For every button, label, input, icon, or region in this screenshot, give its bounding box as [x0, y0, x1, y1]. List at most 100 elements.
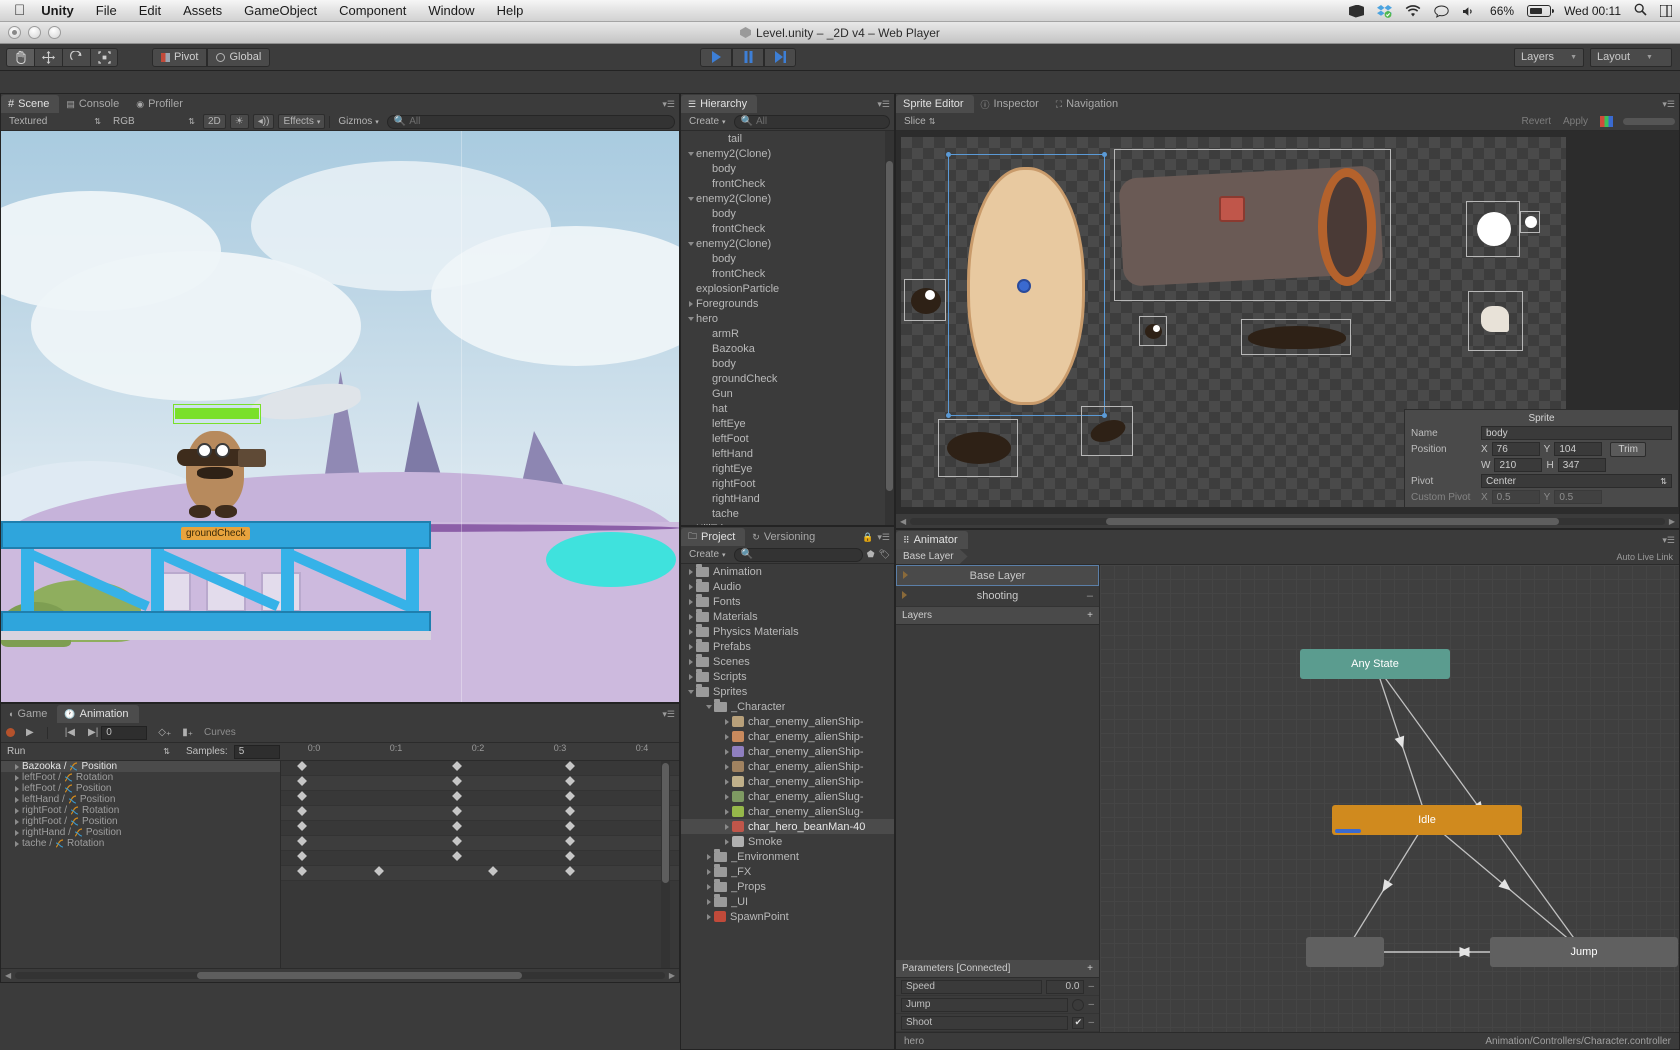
animator-parameter-row[interactable]: Speed0.0–	[896, 978, 1099, 996]
project-panel-menu[interactable]: 🔒▾☰	[862, 532, 890, 543]
close-button[interactable]	[8, 26, 21, 39]
animation-curve-row[interactable]: Bazooka /Position	[1, 761, 280, 772]
project-item[interactable]: char_hero_beanMan-40	[681, 819, 894, 834]
auto-live-link-toggle[interactable]: Auto Live Link	[1616, 552, 1673, 562]
scene-search-input[interactable]: 🔍 All	[387, 115, 675, 129]
chevron-right-icon[interactable]	[685, 569, 696, 575]
dopesheet[interactable]	[281, 761, 679, 968]
keyframe[interactable]	[297, 851, 307, 861]
keyframe[interactable]	[297, 806, 307, 816]
dopesheet-row[interactable]	[281, 851, 679, 866]
layout-dropdown[interactable]: Layout ▼	[1590, 48, 1672, 67]
project-item[interactable]: _UI	[681, 894, 894, 909]
keyframe[interactable]	[297, 836, 307, 846]
chevron-right-icon[interactable]	[721, 764, 732, 770]
hierarchy-item[interactable]: body	[681, 356, 894, 371]
hierarchy-item[interactable]: body	[681, 251, 894, 266]
sprite-slice-eye[interactable]	[1466, 201, 1520, 257]
dopesheet-row[interactable]	[281, 776, 679, 791]
chevron-right-icon[interactable]	[721, 824, 732, 830]
animation-curve-row[interactable]: rightHand /Position	[1, 827, 280, 838]
animation-curve-row[interactable]: leftHand /Position	[1, 794, 280, 805]
notification-center-icon[interactable]	[1660, 5, 1672, 17]
prev-keyframe-button[interactable]: |◀	[65, 727, 75, 738]
tab-game[interactable]: ◖ Game	[1, 705, 57, 723]
hierarchy-item[interactable]: Bazooka	[681, 341, 894, 356]
play-button[interactable]	[700, 48, 732, 67]
hierarchy-item[interactable]: Gun	[681, 386, 894, 401]
pivot-dropdown[interactable]: Center⇅	[1481, 474, 1672, 488]
parameter-name-field[interactable]: Speed	[901, 980, 1042, 994]
project-item[interactable]: Sprites	[681, 684, 894, 699]
draw-mode-dropdown[interactable]: Textured⇅	[5, 114, 105, 129]
hierarchy-tree[interactable]: tailenemy2(Clone)bodyfrontCheckenemy2(Cl…	[681, 131, 894, 525]
parameter-trigger-toggle[interactable]	[1072, 999, 1084, 1011]
chevron-right-icon[interactable]	[15, 819, 19, 825]
chevron-down-icon[interactable]	[685, 242, 696, 246]
chevron-right-icon[interactable]	[15, 808, 19, 814]
hierarchy-item[interactable]: enemy2(Clone)	[681, 146, 894, 161]
move-tool-icon[interactable]	[34, 48, 62, 67]
keyframe[interactable]	[452, 821, 462, 831]
chevron-right-icon[interactable]	[721, 779, 732, 785]
sprite-slice-foot-2[interactable]	[1081, 406, 1133, 456]
animation-curve-row[interactable]: leftFoot /Rotation	[1, 772, 280, 783]
animator-layer-row[interactable]: Base Layer	[896, 565, 1099, 586]
zoom-slider[interactable]	[1623, 118, 1675, 125]
chevron-right-icon[interactable]	[685, 629, 696, 635]
spotlight-icon[interactable]	[1634, 3, 1647, 19]
sprite-slice-cannon[interactable]	[1114, 149, 1391, 301]
keyframe[interactable]	[565, 821, 575, 831]
chevron-right-icon[interactable]	[15, 797, 19, 803]
chevron-right-icon[interactable]	[15, 841, 19, 847]
menu-help[interactable]: Help	[497, 3, 524, 18]
chevron-right-icon[interactable]	[685, 644, 696, 650]
menu-window[interactable]: Window	[428, 3, 474, 18]
layers-dropdown[interactable]: Layers ▼	[1514, 48, 1584, 67]
hierarchy-item[interactable]: rightEye	[681, 461, 894, 476]
project-item[interactable]: Prefabs	[681, 639, 894, 654]
project-item[interactable]: _Props	[681, 879, 894, 894]
hierarchy-item[interactable]: frontCheck	[681, 266, 894, 281]
tab-console[interactable]: ▤ Console	[59, 95, 129, 113]
hierarchy-item[interactable]: Foregrounds	[681, 296, 894, 311]
play-animation-button[interactable]: ▶	[26, 727, 34, 738]
trim-button[interactable]: Trim	[1610, 442, 1646, 457]
hierarchy-item[interactable]: tail	[681, 131, 894, 146]
hierarchy-search-input[interactable]: 🔍 All	[734, 115, 890, 129]
menu-edit[interactable]: Edit	[139, 3, 161, 18]
hierarchy-item[interactable]: hero	[681, 311, 894, 326]
remove-parameter-button[interactable]: –	[1088, 981, 1094, 992]
sprite-name-field[interactable]: body	[1481, 426, 1672, 440]
hierarchy-item[interactable]: enemy2(Clone)	[681, 236, 894, 251]
menu-assets[interactable]: Assets	[183, 3, 222, 18]
chevron-right-icon[interactable]	[703, 914, 714, 920]
menu-gameobject[interactable]: GameObject	[244, 3, 317, 18]
tab-inspector[interactable]: ⓘ Inspector	[974, 95, 1049, 113]
keyframe[interactable]	[374, 866, 384, 876]
animation-hscroll[interactable]: ◀ ▶	[1, 968, 679, 982]
hierarchy-item[interactable]: frontCheck	[681, 221, 894, 236]
hierarchy-panel-menu[interactable]: ▾☰	[877, 99, 890, 110]
chevron-right-icon[interactable]	[15, 775, 19, 781]
keyframe[interactable]	[297, 761, 307, 771]
hierarchy-item[interactable]: body	[681, 206, 894, 221]
add-layer-button[interactable]: +	[1087, 610, 1093, 621]
effects-dropdown[interactable]: Effects▾	[278, 114, 325, 129]
chevron-right-icon[interactable]	[15, 764, 19, 770]
breadcrumb-base-layer[interactable]: Base Layer	[896, 549, 968, 564]
tab-scene[interactable]: # Scene	[1, 95, 59, 113]
hierarchy-item[interactable]: tache	[681, 506, 894, 521]
pos-x-field[interactable]: 76	[1492, 442, 1540, 456]
project-item[interactable]: char_enemy_alienShip-	[681, 759, 894, 774]
tab-versioning[interactable]: ↻ Versioning	[745, 528, 825, 546]
keyframe[interactable]	[297, 821, 307, 831]
window-controls[interactable]	[8, 26, 61, 39]
curves-button[interactable]: Curves	[204, 727, 236, 738]
dopesheet-row[interactable]	[281, 866, 679, 881]
pivot-controls[interactable]: Pivot Global	[152, 48, 270, 67]
animation-panel-menu[interactable]: ▾☰	[662, 709, 675, 720]
volume-icon[interactable]	[1462, 5, 1477, 18]
parameter-name-field[interactable]: Jump	[901, 998, 1068, 1012]
pos-y-field[interactable]: 104	[1554, 442, 1602, 456]
